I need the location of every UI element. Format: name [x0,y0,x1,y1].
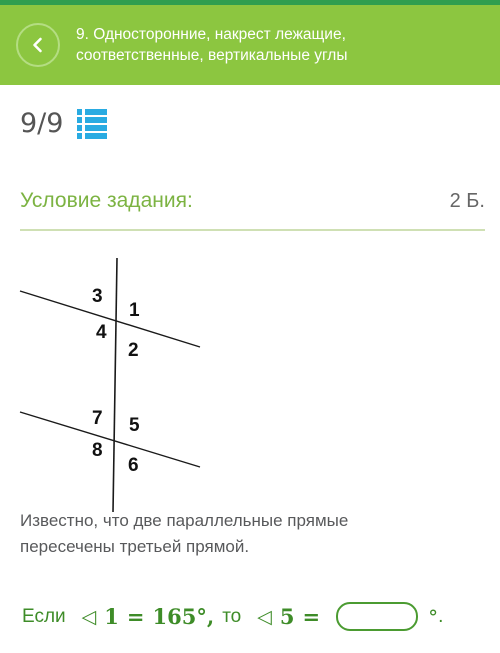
list-icon-bar [85,132,108,139]
list-icon-row [77,132,108,139]
angle-symbol-known: ◁ [81,605,97,628]
task-statement-text: Известно, что две параллельные прямые пе… [20,511,349,556]
section-divider [20,229,485,231]
equals-sign-1: = [126,604,145,629]
period: . [438,605,444,627]
known-angle-value: 165 [152,604,197,629]
angle-label-2: 2 [128,340,139,361]
angle-symbol-unknown: ◁ [257,605,272,628]
angle-label-3: 3 [92,286,103,307]
list-icon-row [77,124,108,131]
task-points-badge: 2 Б. [449,190,485,212]
degree-sign-answer: ° [428,604,439,629]
task-heading-row: Условие задания: 2 Б. [20,189,485,213]
then-word: то [222,605,242,627]
angle-label-4: 4 [96,322,107,343]
equals-sign-2: = [302,604,321,629]
angle-label-8: 8 [92,440,103,461]
known-angle-number: 1 [104,604,119,629]
answer-input[interactable] [336,602,419,631]
chevron-left-icon [28,35,48,55]
angle-label-1: 1 [129,300,140,321]
list-icon[interactable] [77,108,108,139]
answer-row: Если ◁ 1 = 165 ° , то ◁ 5 = ° . [22,602,492,631]
list-icon-bullet [77,116,83,123]
back-button[interactable] [16,23,60,67]
list-icon-row [77,108,108,115]
page-title: 9. Односторонние, накрест лежащие, соотв… [76,26,348,64]
list-icon-row [77,116,108,123]
list-icon-bullet [77,124,83,131]
parallel-line-bottom [19,411,201,468]
list-icon-bar [85,124,108,131]
progress-row: 9/9 [20,108,108,139]
angle-label-5: 5 [129,415,140,436]
list-icon-bar [85,116,108,123]
parallel-lines-transversal-diagram: 3 1 4 2 7 5 8 6 [0,252,260,522]
parallel-line-top [19,290,201,348]
list-icon-bar [85,108,108,115]
list-icon-bullet [77,108,83,115]
transversal-line [112,257,118,513]
if-word: Если [22,605,66,627]
list-icon-bullet [77,132,83,139]
progress-counter: 9/9 [20,108,64,139]
unknown-angle-number: 5 [279,604,295,629]
degree-sign-known: ° [196,604,207,629]
app-header: 9. Односторонние, накрест лежащие, соотв… [0,5,500,85]
angle-label-6: 6 [128,455,139,476]
angle-label-7: 7 [92,408,103,429]
comma: , [206,604,215,629]
task-heading: Условие задания: [20,189,193,212]
